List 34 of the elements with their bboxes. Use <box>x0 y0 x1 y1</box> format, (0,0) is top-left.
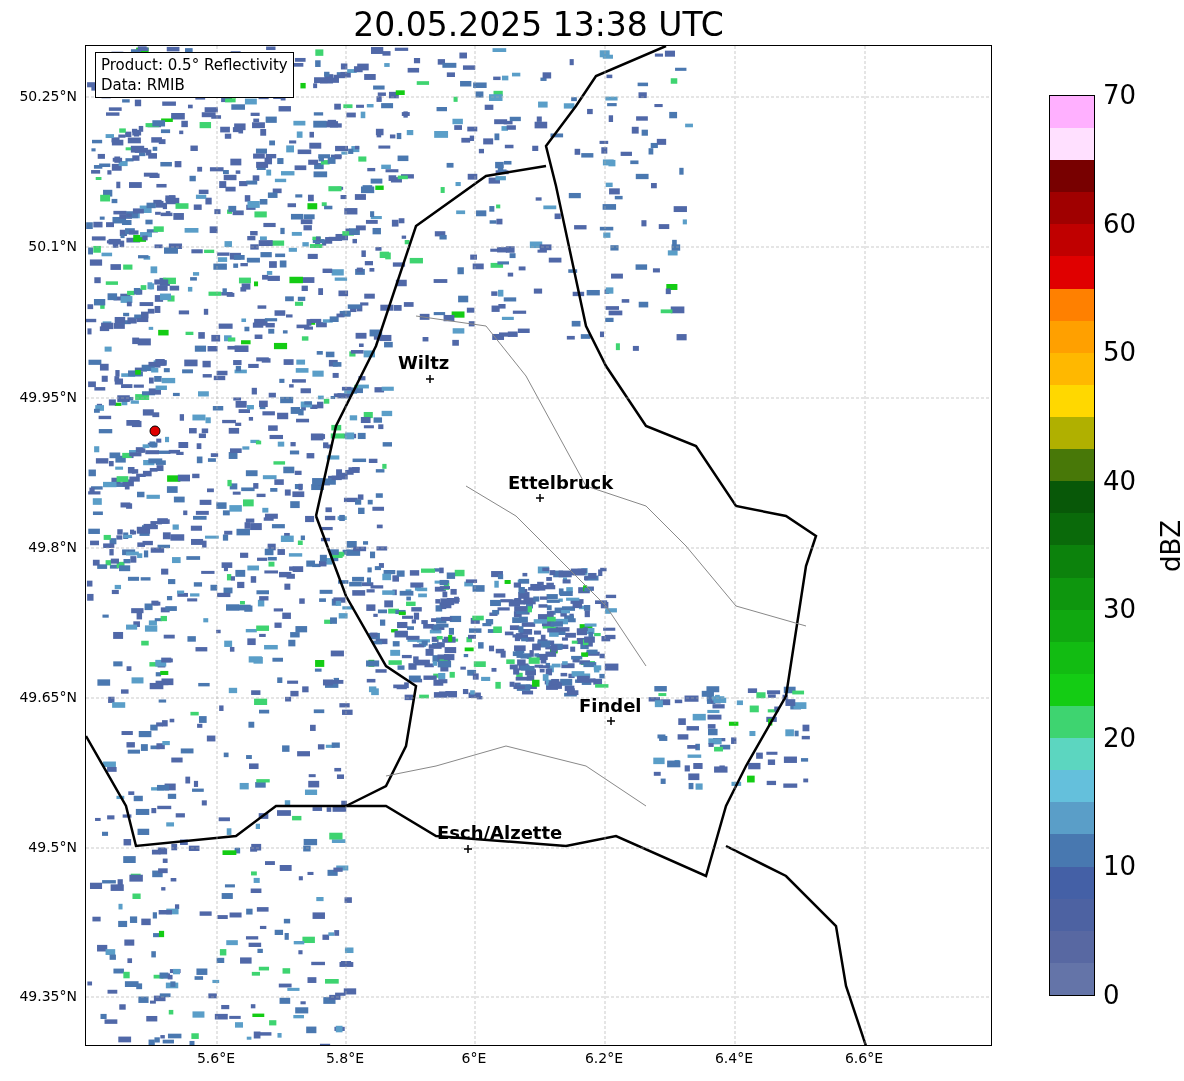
chart-title: 20.05.2025 13:38 UTC <box>353 5 724 45</box>
product-text: Product: 0.5° Reflectivity <box>101 55 288 75</box>
radar-site-icon <box>149 425 161 437</box>
scale-tick-label: 0 <box>1103 981 1120 1009</box>
city-marker-icon <box>536 494 544 502</box>
city-label: Findel <box>579 696 642 716</box>
latitude-label: 49.5°N <box>28 839 77 855</box>
city-label: Ettelbruck <box>508 473 614 493</box>
city-marker-icon <box>464 845 472 853</box>
latitude-label: 49.65°N <box>19 689 77 705</box>
scale-tick-label: 20 <box>1103 723 1137 752</box>
latitude-label: 49.8°N <box>28 539 77 555</box>
scale-tick-label: 10 <box>1103 852 1137 881</box>
scale-tick-label: 60 <box>1103 209 1137 238</box>
longitude-label: 6.4°E <box>714 1050 754 1066</box>
city-label: Esch/Alzette <box>437 823 563 843</box>
scale-tick-label: 30 <box>1103 595 1137 624</box>
data-source-text: Data: RMIB <box>101 75 186 95</box>
longitude-label: 6°E <box>461 1050 487 1066</box>
latitude-label: 50.25°N <box>19 88 77 104</box>
city-label: Wiltz <box>398 353 450 373</box>
latitude-label: 49.95°N <box>19 389 77 405</box>
scale-tick-label: 50 <box>1103 338 1137 367</box>
longitude-label: 6.2°E <box>584 1050 624 1066</box>
latitude-label: 50.1°N <box>28 238 77 254</box>
longitude-label: 6.6°E <box>844 1050 884 1066</box>
longitude-label: 5.8°E <box>325 1050 365 1066</box>
city-marker-icon <box>607 717 615 725</box>
scale-unit-label: dBZ <box>1157 519 1184 572</box>
longitude-label: 5.6°E <box>196 1050 236 1066</box>
city-marker-icon <box>426 375 434 383</box>
scale-tick-label: 40 <box>1103 466 1137 495</box>
latitude-label: 49.35°N <box>19 988 77 1004</box>
scale-tick-label: 70 <box>1103 81 1137 109</box>
